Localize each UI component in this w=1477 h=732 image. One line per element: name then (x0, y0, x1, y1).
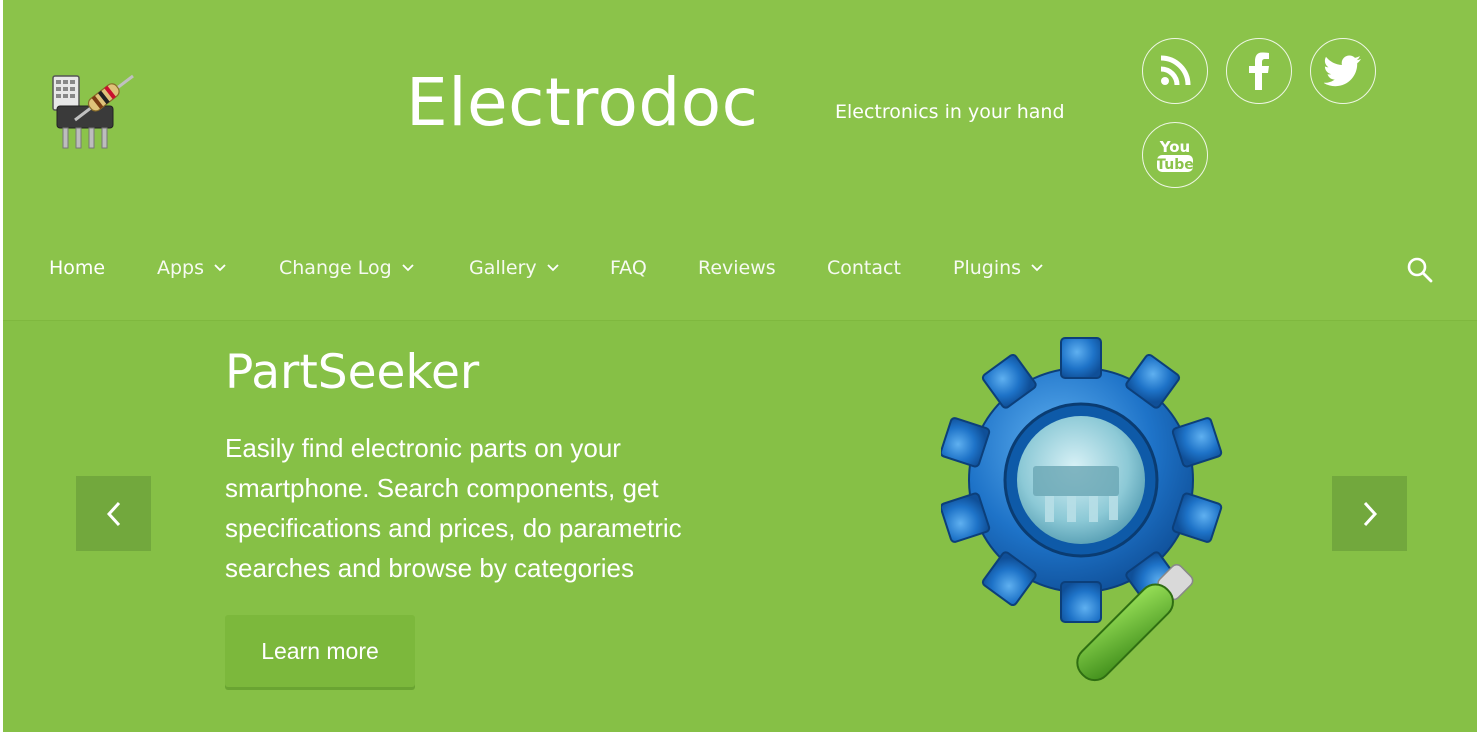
partseeker-gear-magnifier-image (941, 337, 1223, 682)
facebook-icon (1249, 52, 1269, 90)
nav-item-label: Apps (157, 257, 205, 279)
chevron-down-icon (1031, 264, 1043, 272)
site-logo[interactable] (47, 72, 139, 162)
site-tagline: Electronics in your hand (835, 101, 1065, 123)
youtube-icon: You Tube (1156, 138, 1194, 173)
slide-title: PartSeeker (225, 345, 480, 400)
nav-item-label: Plugins (953, 257, 1022, 279)
nav-item-home[interactable]: Home (49, 257, 105, 279)
rss-icon (1160, 55, 1191, 86)
chevron-down-icon (402, 264, 414, 272)
nav-item-label: Contact (827, 257, 901, 279)
rss-button[interactable] (1142, 38, 1208, 104)
facebook-button[interactable] (1226, 38, 1292, 104)
hero-slider: PartSeeker Easily find electronic parts … (3, 320, 1477, 732)
nav-item-label: FAQ (610, 257, 647, 279)
nav-item-label: Change Log (279, 257, 392, 279)
nav-item-reviews[interactable]: Reviews (698, 257, 776, 279)
nav-item-label: Gallery (469, 257, 537, 279)
chevron-right-icon (1363, 501, 1377, 526)
nav-item-label: Reviews (698, 257, 776, 279)
slider-prev-button[interactable] (76, 476, 151, 551)
twitter-button[interactable] (1310, 38, 1376, 104)
nav-item-label: Home (49, 257, 106, 279)
page: Electrodoc Electronics in your hand You … (3, 0, 1477, 732)
chevron-down-icon (214, 264, 226, 272)
nav-item-change-log[interactable]: Change Log (279, 257, 414, 279)
nav-item-plugins[interactable]: Plugins (953, 257, 1043, 279)
nav-item-gallery[interactable]: Gallery (469, 257, 559, 279)
youtube-tube-text: Tube (1156, 157, 1194, 173)
learn-more-button[interactable]: Learn more (225, 615, 415, 687)
youtube-button[interactable]: You Tube (1142, 122, 1208, 188)
chevron-left-icon (106, 501, 120, 526)
nav-item-contact[interactable]: Contact (827, 257, 901, 279)
nav-item-apps[interactable]: Apps (157, 257, 226, 279)
search-icon[interactable] (1406, 256, 1434, 284)
slider-next-button[interactable] (1332, 476, 1407, 551)
nav-item-faq[interactable]: FAQ (610, 257, 647, 279)
main-nav: Home Apps Change Log Gallery FAQ Reviews… (3, 245, 1477, 295)
chevron-down-icon (547, 264, 559, 272)
twitter-icon (1324, 55, 1361, 87)
youtube-you-text: You (1159, 138, 1190, 156)
site-title[interactable]: Electrodoc (406, 70, 758, 136)
slide-description: Easily find electronic parts on your sma… (225, 433, 682, 583)
